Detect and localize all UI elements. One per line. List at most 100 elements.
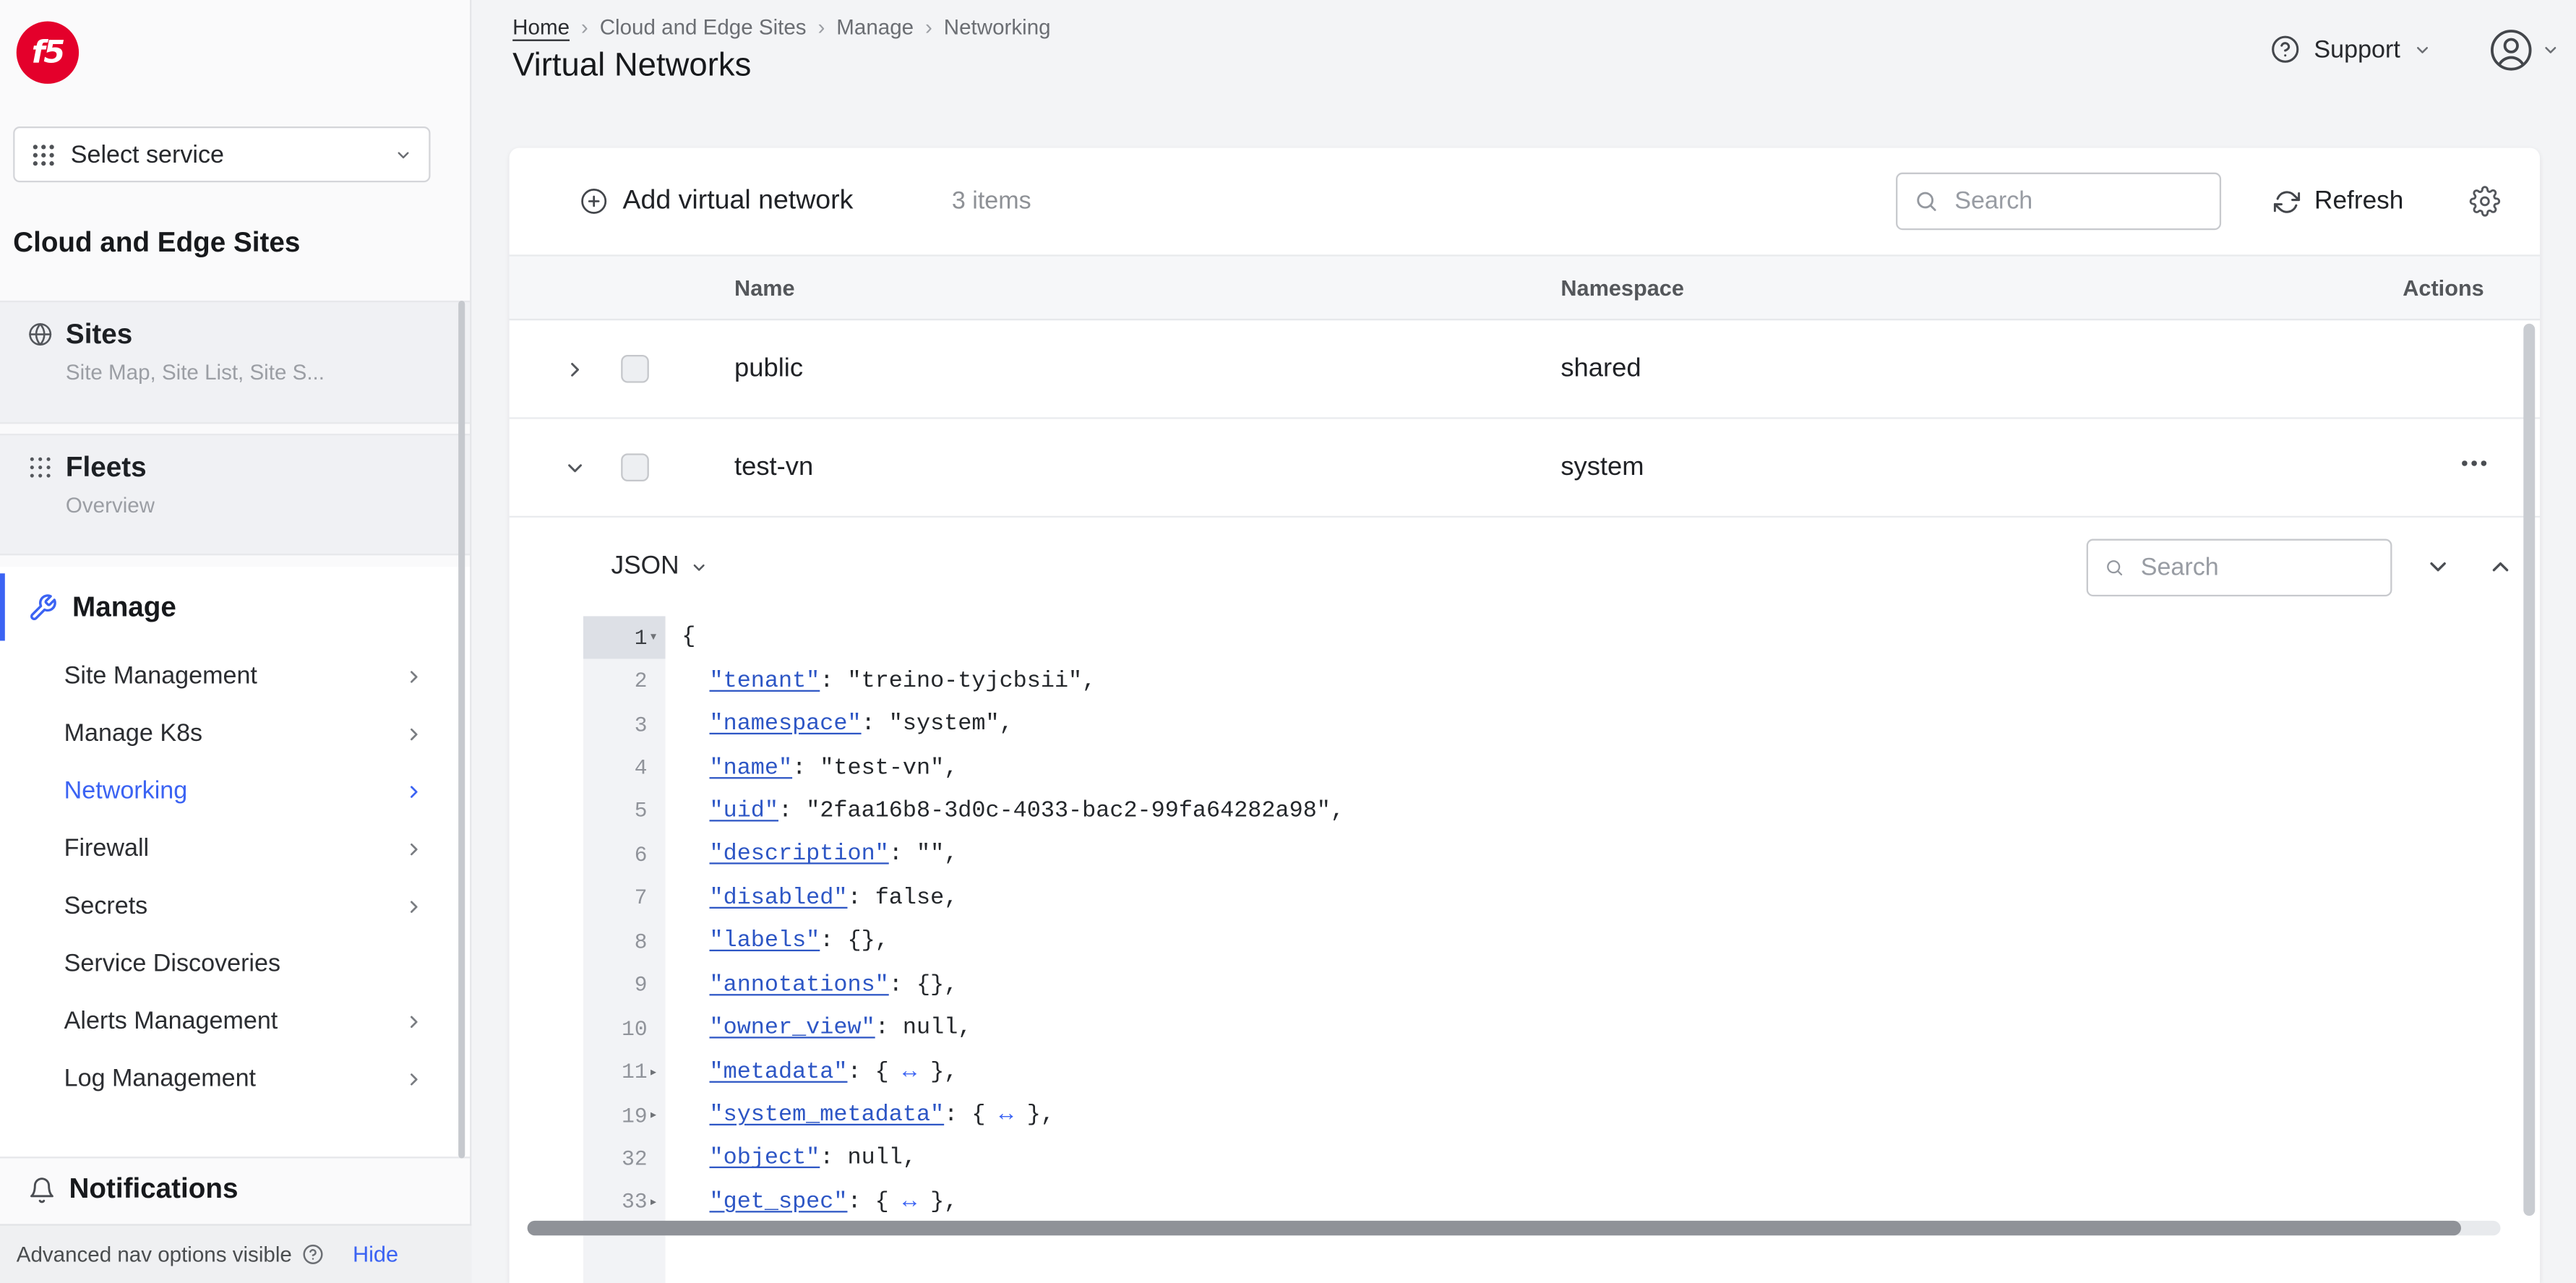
breadcrumb: Home › Cloud and Edge Sites › Manage › N… xyxy=(512,14,1050,39)
sidebar-item-sites[interactable]: Sites Site Map, Site List, Site S... xyxy=(0,300,471,424)
chevron-down-icon xyxy=(568,463,582,472)
breadcrumb-home[interactable]: Home xyxy=(512,14,570,39)
refresh-button[interactable]: Refresh xyxy=(2273,186,2403,216)
table-row-test-vn[interactable]: test-vn system xyxy=(509,419,2541,518)
line-number: 2 xyxy=(634,669,648,694)
search-input[interactable] xyxy=(1951,185,2188,218)
line-number[interactable]: 33 ▸ xyxy=(583,1181,666,1224)
fleets-label: Fleets xyxy=(65,452,147,484)
sidebar-item-manage-k8s[interactable]: Manage K8s xyxy=(0,705,470,763)
fold-open-icon[interactable]: ▾ xyxy=(649,630,666,646)
column-namespace[interactable]: Namespace xyxy=(1560,275,2343,300)
code-text: "labels": {}, xyxy=(709,928,889,956)
line-number: 4 xyxy=(634,755,648,781)
line-number[interactable]: 19 ▸ xyxy=(583,1094,666,1137)
f5-logo[interactable]: f5 xyxy=(16,21,80,84)
json-viewer: 1 ▾{2 "tenant": "treino-tyjcbsii", 3 "name… xyxy=(583,616,2499,1283)
main-area: Home › Cloud and Edge Sites › Manage › N… xyxy=(471,0,2576,1283)
fleets-subtitle: Overview xyxy=(65,492,155,518)
expand-row-button[interactable] xyxy=(564,357,587,380)
sidebar-item-notifications[interactable]: Notifications xyxy=(0,1157,471,1221)
chevron-up-icon xyxy=(2492,562,2509,572)
plus-circle-icon xyxy=(581,188,607,214)
add-virtual-network-button[interactable]: Add virtual network xyxy=(580,186,853,217)
user-avatar-icon xyxy=(2491,30,2532,71)
manage-section: Manage Site Management Manage K8s Networ… xyxy=(0,567,471,1157)
breadcrumb-cloud-and-edge-sites[interactable]: Cloud and Edge Sites xyxy=(600,14,807,39)
item-label: Firewall xyxy=(64,834,150,863)
item-label: Networking xyxy=(64,777,188,805)
search-icon xyxy=(2107,559,2123,575)
sidebar-item-firewall[interactable]: Firewall xyxy=(0,820,470,877)
sidebar-item-fleets[interactable]: Fleets Overview xyxy=(0,434,471,556)
breadcrumb-separator: › xyxy=(817,14,825,40)
column-actions: Actions xyxy=(2403,275,2484,300)
logo-text: f5 xyxy=(31,34,66,71)
account-menu[interactable] xyxy=(2489,28,2560,72)
breadcrumb-separator: › xyxy=(580,14,588,40)
code-text: "owner_view": null, xyxy=(709,1016,972,1042)
sidebar-item-alerts-management[interactable]: Alerts Management xyxy=(0,992,470,1050)
wrench-icon xyxy=(30,593,56,619)
fold-closed-icon[interactable]: ▸ xyxy=(649,1107,666,1124)
items-count: 3 items xyxy=(951,187,1031,215)
collapse-all-button[interactable] xyxy=(2425,554,2451,580)
breadcrumb-manage[interactable]: Manage xyxy=(836,14,914,39)
item-label: Alerts Management xyxy=(64,1007,278,1035)
row-checkbox[interactable] xyxy=(621,354,649,383)
sidebar-item-service-discoveries[interactable]: Service Discoveries xyxy=(0,935,470,992)
column-name[interactable]: Name xyxy=(734,275,1560,300)
virtual-networks-card: Add virtual network 3 items Refresh xyxy=(509,147,2541,1283)
row-actions-button[interactable] xyxy=(2457,447,2490,479)
help-circle-icon[interactable] xyxy=(301,1244,323,1266)
code-line: 2 "tenant": "treino-tyjcbsii", xyxy=(583,659,2499,703)
item-label: Site Management xyxy=(64,662,257,690)
breadcrumb-separator: › xyxy=(924,14,932,40)
line-number[interactable]: 1 ▾ xyxy=(583,616,666,660)
sidebar-footer: Advanced nav options visible Hide xyxy=(0,1224,472,1283)
fold-closed-icon[interactable]: ▸ xyxy=(649,1064,666,1081)
view-mode-dropdown[interactable]: JSON xyxy=(611,552,709,582)
sidebar-item-manage[interactable]: Manage xyxy=(0,567,470,647)
code-line: 1 ▾ { xyxy=(583,616,2499,660)
vertical-scrollbar[interactable] xyxy=(2523,323,2536,1217)
sidebar-item-networking[interactable]: Networking xyxy=(0,763,470,820)
code-line: 19 ▸ "system_metadata": { ↔ }, xyxy=(583,1094,2499,1137)
sidebar-item-secrets[interactable]: Secrets xyxy=(0,877,470,935)
sidebar: f5 Select service Cloud and Edge Sites S… xyxy=(0,0,472,1283)
sidebar-nav: Sites Site Map, Site List, Site S... Fle… xyxy=(0,300,471,1221)
manage-items: Site Management Manage K8s Networking Fi… xyxy=(0,648,470,1107)
hide-link[interactable]: Hide xyxy=(353,1242,398,1266)
page-title: Virtual Networks xyxy=(512,47,752,84)
refresh-icon xyxy=(2273,190,2300,213)
json-search xyxy=(2086,538,2392,596)
breadcrumb-networking[interactable]: Networking xyxy=(944,14,1051,39)
horizontal-scrollbar[interactable] xyxy=(527,1220,2501,1236)
card-toolbar: Add virtual network 3 items Refresh xyxy=(510,148,2540,255)
row-checkbox[interactable] xyxy=(621,453,649,481)
line-number: 5 xyxy=(634,799,648,824)
chevron-right-icon xyxy=(411,1073,418,1085)
support-menu[interactable]: Support xyxy=(2271,35,2431,64)
cell-name: public xyxy=(734,353,804,382)
code-line: 11 ▸ "metadata": { ↔ }, xyxy=(583,1050,2499,1094)
fold-closed-icon[interactable]: ▸ xyxy=(649,1194,666,1211)
service-selector[interactable]: Select service xyxy=(13,126,431,183)
chevron-down-icon xyxy=(2417,46,2429,53)
sidebar-scrollbar[interactable] xyxy=(458,300,465,1159)
chevron-down-icon xyxy=(694,563,705,570)
json-search-input[interactable] xyxy=(2137,551,2374,583)
code-text: "annotations": {}, xyxy=(709,971,958,999)
expand-all-button[interactable] xyxy=(2487,554,2513,580)
table-row-public[interactable]: public shared xyxy=(509,320,2541,419)
horizontal-scrollbar-thumb[interactable] xyxy=(527,1220,2461,1236)
code-line: 6 "description": "", xyxy=(583,833,2499,877)
search-icon xyxy=(1916,192,1936,211)
collapse-row-button[interactable] xyxy=(564,456,587,479)
sidebar-item-site-management[interactable]: Site Management xyxy=(0,648,470,705)
code-line: 4 "name": "test-vn", xyxy=(583,747,2499,790)
line-number[interactable]: 11 ▸ xyxy=(583,1050,666,1094)
table-settings-button[interactable] xyxy=(2469,186,2501,217)
sidebar-item-log-management[interactable]: Log Management xyxy=(0,1050,470,1107)
view-mode-label: JSON xyxy=(611,552,679,580)
